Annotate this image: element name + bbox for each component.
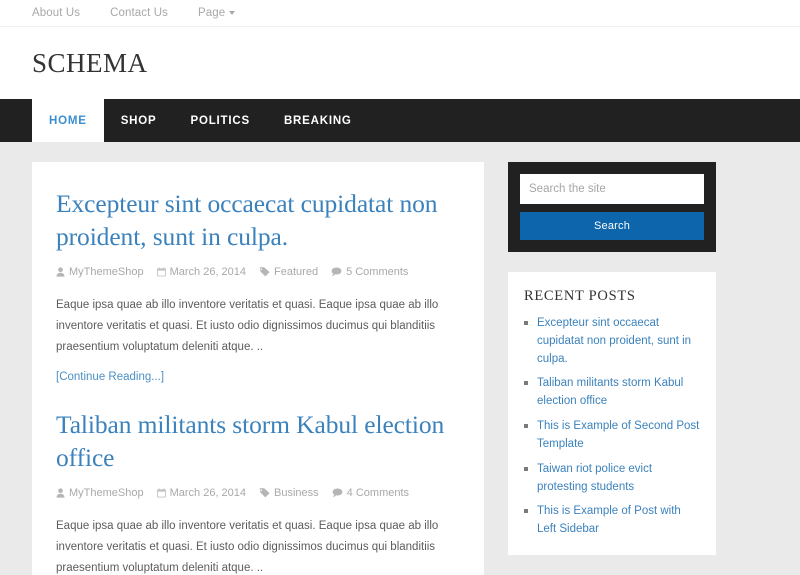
post-category-name: Business	[274, 487, 319, 500]
comment-icon	[332, 488, 343, 498]
page-body: Excepteur sint occaecat cupidatat non pr…	[32, 142, 768, 575]
post-title-link[interactable]: Excepteur sint occaecat cupidatat non pr…	[56, 188, 460, 253]
search-button[interactable]: Search	[520, 212, 704, 240]
calendar-icon	[156, 267, 166, 277]
list-item: Taliban militants storm Kabul election o…	[524, 375, 700, 411]
post-category-name: Featured	[274, 266, 319, 279]
post-comments-count: 4 Comments	[346, 487, 410, 500]
recent-post-link[interactable]: Excepteur sint occaecat cupidatat non pr…	[537, 317, 691, 365]
recent-post-link[interactable]: Taiwan riot police evict protesting stud…	[537, 463, 652, 493]
recent-post-link[interactable]: Taliban militants storm Kabul election o…	[537, 377, 683, 407]
tag-icon	[259, 488, 270, 498]
recent-post-link[interactable]: This is Example of Post with Left Sideba…	[537, 505, 681, 535]
calendar-icon	[156, 488, 166, 498]
post-comments[interactable]: 4 Comments	[332, 487, 409, 499]
nav-item-politics[interactable]: POLITICS	[174, 99, 267, 142]
post-excerpt: Eaque ipsa quae ab illo inventore verita…	[56, 520, 439, 575]
topnav-item-contact-us[interactable]: Contact Us	[95, 7, 183, 19]
topnav-label: Page	[198, 7, 226, 19]
search-input[interactable]	[520, 174, 704, 204]
chevron-down-icon	[229, 10, 236, 15]
site-title-logo[interactable]: SCHEMA	[32, 48, 148, 78]
tag-icon	[259, 267, 270, 277]
topnav-item-page[interactable]: Page	[183, 7, 250, 19]
post-category[interactable]: Featured	[259, 266, 318, 278]
post-article: Excepteur sint occaecat cupidatat non pr…	[56, 188, 460, 405]
nav-item-shop[interactable]: SHOP	[104, 99, 174, 142]
post-author[interactable]: MyThemeShop	[56, 487, 144, 499]
post-article: Taliban militants storm Kabul election o…	[56, 409, 460, 575]
post-excerpt: Eaque ipsa quae ab illo inventore verita…	[56, 299, 439, 354]
nav-item-home[interactable]: HOME	[32, 99, 104, 142]
recent-post-link[interactable]: This is Example of Second Post Template	[537, 420, 699, 450]
header-inner: SCHEMA	[32, 48, 768, 79]
user-icon	[56, 488, 65, 498]
comment-icon	[331, 267, 342, 277]
post-meta: MyThemeShop March 26, 2014 Business 4 Co…	[56, 487, 460, 499]
post-author-name: MyThemeShop	[69, 266, 144, 279]
post-comments[interactable]: 5 Comments	[331, 266, 408, 278]
post-date: March 26, 2014	[156, 266, 247, 279]
post-date-text: March 26, 2014	[169, 487, 247, 500]
topnav-label: Contact Us	[110, 7, 168, 19]
topnav-label: About Us	[32, 7, 81, 19]
list-item: This is Example of Second Post Template	[524, 418, 700, 454]
post-author[interactable]: MyThemeShop	[56, 266, 144, 278]
user-icon	[56, 267, 65, 277]
post-meta: MyThemeShop March 26, 2014 Featured 5 Co…	[56, 266, 460, 278]
nav-item-breaking[interactable]: BREAKING	[267, 99, 369, 142]
search-widget: Search	[508, 162, 716, 252]
top-nav: About Us Contact Us Page	[32, 7, 768, 19]
top-utility-bar: About Us Contact Us Page	[0, 0, 800, 27]
post-date-text: March 26, 2014	[169, 266, 247, 279]
list-item: This is Example of Post with Left Sideba…	[524, 503, 700, 539]
post-category[interactable]: Business	[259, 487, 319, 499]
recent-posts-widget: RECENT POSTS Excepteur sint occaecat cup…	[508, 272, 716, 555]
post-author-name: MyThemeShop	[69, 487, 144, 500]
sidebar: Search RECENT POSTS Excepteur sint occae…	[508, 162, 716, 575]
list-item: Taiwan riot police evict protesting stud…	[524, 461, 700, 497]
list-item: Excepteur sint occaecat cupidatat non pr…	[524, 315, 700, 368]
primary-navigation: HOME SHOP POLITICS BREAKING	[32, 99, 768, 142]
site-header: SCHEMA	[0, 27, 800, 99]
widget-title: RECENT POSTS	[524, 288, 636, 304]
topnav-item-about-us[interactable]: About Us	[32, 7, 95, 19]
post-title-link[interactable]: Taliban militants storm Kabul election o…	[56, 409, 460, 474]
continue-reading-link[interactable]: [Continue Reading...]	[56, 371, 164, 383]
primary-navigation-bar: HOME SHOP POLITICS BREAKING	[0, 99, 800, 142]
post-date: March 26, 2014	[156, 487, 247, 500]
recent-posts-list: Excepteur sint occaecat cupidatat non pr…	[524, 315, 700, 539]
main-content: Excepteur sint occaecat cupidatat non pr…	[32, 162, 484, 575]
post-comments-count: 5 Comments	[346, 266, 409, 279]
